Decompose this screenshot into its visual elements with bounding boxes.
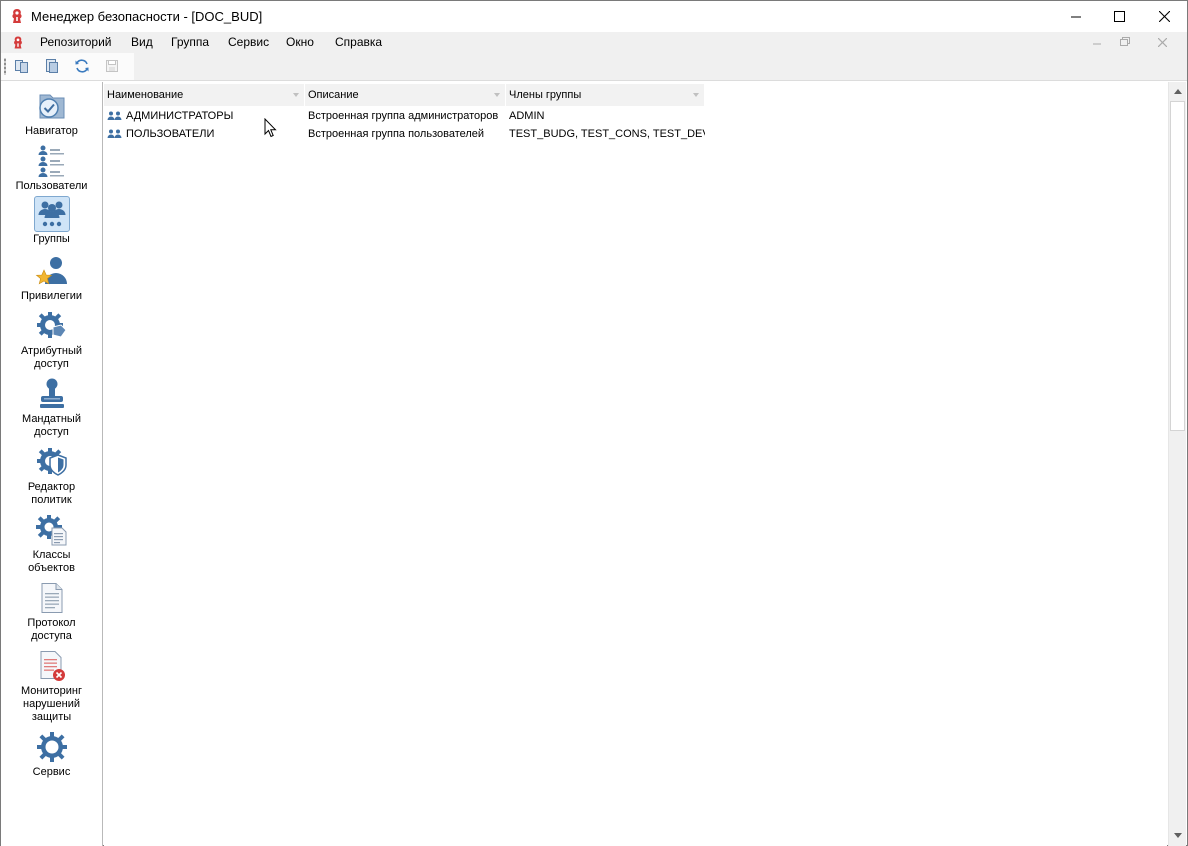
folder-check-icon xyxy=(34,88,70,124)
cell-members[interactable]: TEST_BUDG, TEST_CONS, TEST_DEV,... xyxy=(506,125,705,143)
refresh-icon xyxy=(75,59,89,73)
save-icon xyxy=(106,60,118,72)
column-header-name[interactable]: Наименование xyxy=(104,84,305,106)
cell-members[interactable]: ADMIN xyxy=(506,107,705,125)
chevron-down-icon xyxy=(1173,833,1182,838)
nav-item-privileges[interactable]: Привилегии xyxy=(1,253,102,303)
stamp-icon xyxy=(34,376,70,412)
gear-shield-icon xyxy=(34,444,70,480)
nav-item-object-classes[interactable]: Классы объектов xyxy=(1,512,102,575)
menu-bar: Репозиторий Вид Группа Сервис Окно Справ… xyxy=(1,32,1187,53)
app-logo-icon xyxy=(12,9,22,23)
navigation-panel: Навигатор Пользователи Группы Привилегии… xyxy=(1,82,103,846)
scroll-up-button[interactable] xyxy=(1169,83,1186,100)
groups-grid: Наименование Описание Члены группы АДМИН… xyxy=(104,82,1167,846)
scroll-down-button[interactable] xyxy=(1169,827,1186,844)
grid-header: Наименование Описание Члены группы xyxy=(104,84,705,106)
nav-item-label: Мандатный доступ xyxy=(22,413,81,438)
cell-description[interactable]: Встроенная группа администраторов xyxy=(305,107,506,125)
column-header-label: Члены группы xyxy=(509,89,582,101)
sort-arrow-icon[interactable] xyxy=(693,93,699,97)
paste-icon xyxy=(46,59,58,73)
column-header-label: Наименование xyxy=(107,89,184,101)
close-button[interactable] xyxy=(1141,1,1187,32)
vertical-scrollbar[interactable] xyxy=(1168,82,1186,846)
nav-item-label: Навигатор xyxy=(25,125,78,137)
copy-icon xyxy=(15,60,28,73)
nav-item-attribute-access[interactable]: Атрибутный доступ xyxy=(1,308,102,371)
nav-item-policy-editor[interactable]: Редактор политик xyxy=(1,444,102,507)
nav-item-label: Мониторинг нарушений защиты xyxy=(20,685,82,723)
column-header-label: Описание xyxy=(308,89,359,101)
window-title: Менеджер безопасности - [DOC_BUD] xyxy=(31,9,263,24)
toolbar xyxy=(1,53,1187,81)
nav-item-label: Пользователи xyxy=(15,180,88,192)
nav-item-service[interactable]: Сервис xyxy=(1,729,102,779)
nav-item-users[interactable]: Пользователи xyxy=(1,143,102,193)
restore-icon xyxy=(1120,37,1130,46)
menu-window[interactable]: Окно xyxy=(286,35,314,49)
close-icon xyxy=(1157,37,1167,47)
app-logo-icon[interactable] xyxy=(12,35,24,50)
nav-item-access-log[interactable]: Протокол доступа xyxy=(1,580,102,643)
copy-button[interactable] xyxy=(13,57,31,75)
mdi-restore-button[interactable] xyxy=(1115,35,1135,49)
chevron-up-icon xyxy=(1173,89,1182,94)
cell-text: ПОЛЬЗОВАТЕЛИ xyxy=(126,128,215,140)
document-error-icon xyxy=(34,648,70,684)
document-icon xyxy=(34,580,70,616)
table-row[interactable]: АДМИНИСТРАТОРЫ Встроенная группа админис… xyxy=(104,107,705,125)
minimize-button[interactable] xyxy=(1053,1,1099,32)
save-button[interactable] xyxy=(103,57,121,75)
mdi-close-button[interactable] xyxy=(1152,35,1172,49)
minimize-icon xyxy=(1071,16,1081,17)
users-list-icon xyxy=(34,143,70,179)
minimize-icon xyxy=(1093,43,1101,45)
gear-tag-icon xyxy=(34,308,70,344)
nav-item-mandatory-access[interactable]: Мандатный доступ xyxy=(1,376,102,439)
maximize-icon xyxy=(1113,11,1125,22)
menu-service[interactable]: Сервис xyxy=(228,35,269,49)
gear-icon xyxy=(34,729,70,765)
gear-document-icon xyxy=(34,512,70,548)
close-icon xyxy=(1158,11,1170,22)
cell-description[interactable]: Встроенная группа пользователей xyxy=(305,125,506,143)
menu-help[interactable]: Справка xyxy=(335,35,382,49)
nav-item-groups[interactable]: Группы xyxy=(1,196,102,246)
group-icon xyxy=(107,111,122,120)
scrollbar-thumb[interactable] xyxy=(1170,101,1185,431)
nav-item-label: Протокол доступа xyxy=(27,617,76,642)
maximize-button[interactable] xyxy=(1096,1,1142,32)
sort-arrow-icon[interactable] xyxy=(494,93,500,97)
app-window: Менеджер безопасности - [DOC_BUD] Репози… xyxy=(0,0,1188,846)
nav-item-label: Привилегии xyxy=(21,290,82,302)
mdi-minimize-button[interactable] xyxy=(1087,35,1107,49)
sort-arrow-icon[interactable] xyxy=(293,93,299,97)
groups-icon xyxy=(33,196,70,232)
group-icon xyxy=(107,129,122,138)
nav-item-label: Редактор политик xyxy=(27,481,76,506)
toolbar-strip xyxy=(1,53,134,80)
mouse-cursor-icon xyxy=(264,118,277,138)
title-bar[interactable]: Менеджер безопасности - [DOC_BUD] xyxy=(1,1,1187,32)
menu-repository[interactable]: Репозиторий xyxy=(40,35,112,49)
table-row[interactable]: ПОЛЬЗОВАТЕЛИ Встроенная группа пользоват… xyxy=(104,125,705,143)
nav-item-label: Атрибутный доступ xyxy=(20,345,83,370)
menu-view[interactable]: Вид xyxy=(131,35,153,49)
nav-item-navigator[interactable]: Навигатор xyxy=(1,88,102,138)
menu-group[interactable]: Группа xyxy=(171,35,209,49)
cell-text: АДМИНИСТРАТОРЫ xyxy=(126,110,234,122)
column-header-members[interactable]: Члены группы xyxy=(506,84,705,106)
nav-item-violation-monitoring[interactable]: Мониторинг нарушений защиты xyxy=(1,648,102,724)
toolbar-grip[interactable] xyxy=(4,58,6,75)
column-header-description[interactable]: Описание xyxy=(305,84,506,106)
refresh-button[interactable] xyxy=(73,57,91,75)
paste-button[interactable] xyxy=(43,57,61,75)
nav-item-label: Сервис xyxy=(32,766,71,778)
user-star-icon xyxy=(34,253,70,289)
nav-item-label: Классы объектов xyxy=(28,549,75,574)
nav-item-label: Группы xyxy=(33,233,70,245)
